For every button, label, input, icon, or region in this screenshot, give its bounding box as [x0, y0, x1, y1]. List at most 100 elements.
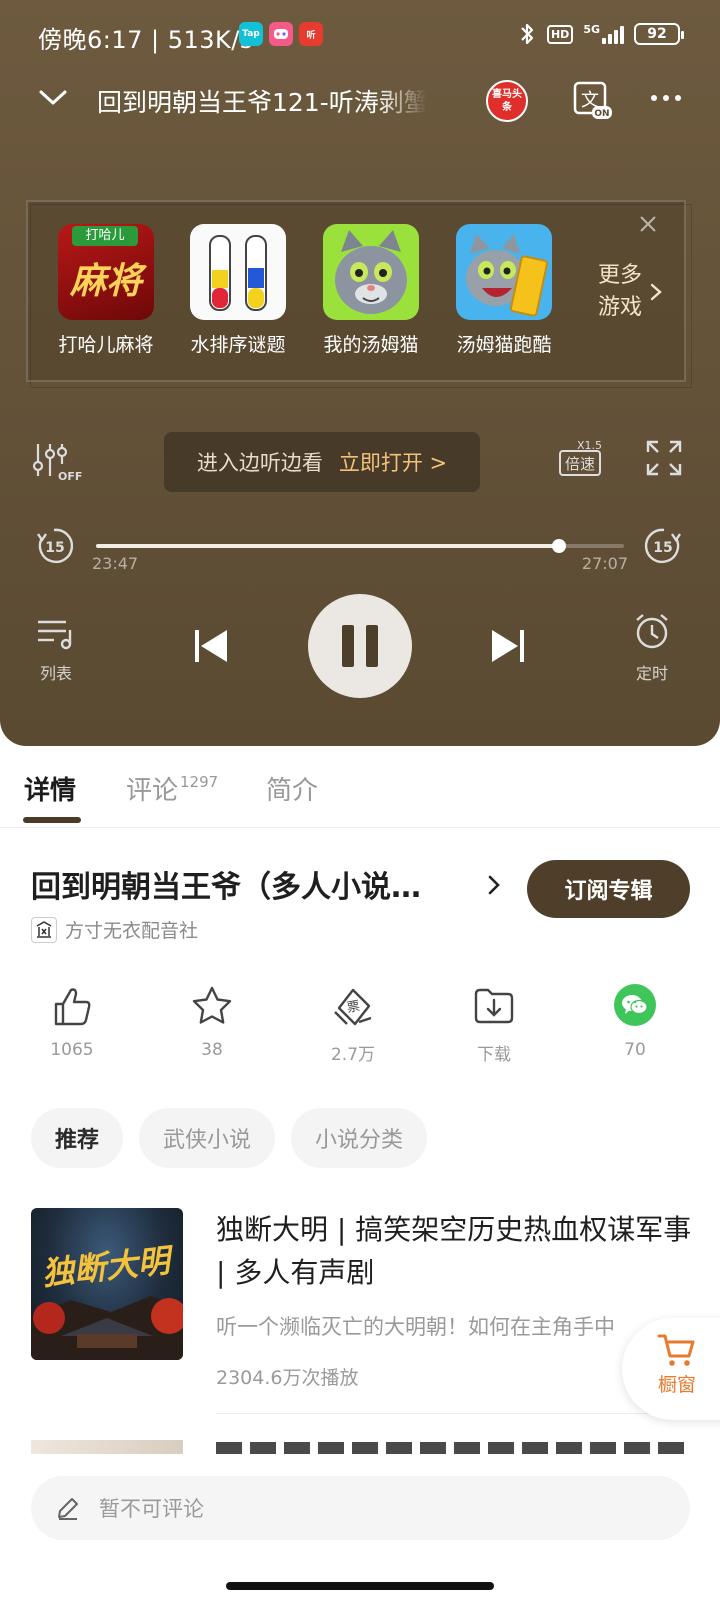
album-actions: 1065 38 票 2.7万 下载 70: [0, 984, 720, 1074]
progress-knob[interactable]: [552, 539, 567, 553]
progress-track[interactable]: [96, 539, 624, 553]
immersive-mode-banner[interactable]: 进入边听边看 立即打开 >: [164, 432, 480, 492]
svg-text:票: 票: [346, 999, 361, 1016]
game-name: 我的汤姆猫: [323, 334, 419, 356]
playback-speed-icon[interactable]: X1.5 倍速: [558, 438, 608, 478]
recommend-filter-chips: 推荐 武侠小说 小说分类: [31, 1108, 428, 1168]
subscribe-album-button[interactable]: 订阅专辑: [527, 860, 690, 918]
share-count: 70: [624, 1040, 646, 1060]
download-icon: [474, 988, 514, 1024]
tab-intro[interactable]: 简介: [266, 770, 318, 807]
game-item-my-talking-tom[interactable]: 我的汤姆猫: [311, 224, 431, 357]
active-tab-indicator: [23, 817, 81, 823]
game-center-icon: [269, 22, 293, 46]
more-games-link[interactable]: 更多 游戏: [598, 260, 642, 324]
eq-off-label: OFF: [58, 470, 82, 482]
playlist-button[interactable]: 列表: [36, 618, 76, 684]
comment-input[interactable]: 暂不可评论: [31, 1476, 690, 1540]
chip-wuxia[interactable]: 武侠小说: [139, 1108, 276, 1168]
recommend-description: 听一个濒临灭亡的大明朝！如何在主角手中: [216, 1315, 615, 1339]
recommend-play-count: 2304.6万次播放: [216, 1367, 359, 1389]
tab-comments[interactable]: 评论 1297: [126, 770, 218, 807]
more-games-line2: 游戏: [598, 295, 643, 320]
signal-bars-icon: [602, 24, 624, 44]
chip-novel-category[interactable]: 小说分类: [291, 1108, 428, 1168]
favorite-button[interactable]: 38: [167, 984, 257, 1060]
sound-effects-icon[interactable]: OFF: [32, 442, 82, 482]
speed-label: 倍速: [565, 455, 595, 473]
game-item-talking-tom-run[interactable]: 汤姆猫跑酷: [444, 224, 564, 357]
album-cover: [31, 1440, 183, 1454]
divider: [216, 1413, 720, 1414]
subtitle-toggle-icon[interactable]: 文 ON: [572, 80, 612, 120]
player-panel: 傍晚6:17 | 513K/s Tap 听 HD 5G 92 回到明朝当王爷12…: [0, 0, 720, 746]
forward-15-icon[interactable]: 15: [644, 526, 684, 566]
status-bar: 傍晚6:17 | 513K/s Tap 听 HD 5G 92: [0, 0, 720, 70]
water-sort-game-icon: [190, 224, 286, 320]
episode-title: 回到明朝当王爷121-听涛剥蟹: [97, 88, 427, 117]
game-name: 打哈儿麻将: [58, 334, 154, 356]
home-indicator[interactable]: [226, 1582, 494, 1590]
sleep-timer-button[interactable]: 定时: [632, 612, 672, 684]
pause-bar-left: [342, 625, 354, 667]
shop-window-label: 橱窗: [657, 1374, 696, 1396]
chip-recommend[interactable]: 推荐: [31, 1108, 124, 1168]
game-item-water-sort[interactable]: 水排序谜题: [178, 224, 298, 357]
rewind-15-icon[interactable]: 15: [34, 526, 74, 566]
pause-bar-right: [366, 625, 378, 667]
chevron-right-icon[interactable]: [487, 874, 501, 896]
share-wechat-button[interactable]: 70: [590, 984, 680, 1060]
monthly-ticket-button[interactable]: 票 2.7万: [308, 984, 398, 1065]
album-title[interactable]: 回到明朝当王爷（多人小说…: [31, 862, 421, 906]
game-name: 汤姆猫跑酷: [456, 334, 552, 356]
cell-signal: 5G: [583, 24, 624, 44]
game-name: 水排序谜题: [190, 334, 286, 356]
recommend-title-peek: [216, 1442, 686, 1454]
bottom-comment-area: 暂不可评论: [0, 1458, 720, 1600]
next-track-icon[interactable]: [490, 626, 526, 666]
favorite-count: 38: [201, 1040, 223, 1060]
network-type: 5G: [583, 23, 600, 36]
thumbs-up-icon: [54, 988, 91, 1026]
game-item-mahjong[interactable]: 打哈儿 麻将 打哈儿麻将: [46, 224, 166, 357]
progress-area: 15 23:47 27:07 15: [0, 526, 720, 576]
playback-controls: 列表 定时: [0, 594, 720, 704]
rewind-seconds: 15: [45, 540, 64, 556]
forward-seconds: 15: [653, 540, 672, 556]
recommend-title: 独断大明 | 搞笑架空历史热血权谋军事 | 多人有声剧: [216, 1213, 692, 1289]
ximalaya-headline-badge[interactable]: 喜马头条: [486, 80, 528, 122]
more-options-icon[interactable]: [648, 86, 684, 110]
tab-details[interactable]: 详情: [24, 770, 76, 807]
wechat-icon: [614, 984, 656, 1026]
like-button[interactable]: 1065: [27, 984, 117, 1060]
comment-placeholder: 暂不可评论: [99, 1497, 204, 1521]
ticket-icon: 票: [334, 988, 372, 1026]
cover-title: 独断大明: [40, 1241, 176, 1293]
fullscreen-icon[interactable]: [646, 440, 682, 476]
previous-track-icon[interactable]: [193, 626, 229, 666]
hd-badge: HD: [546, 24, 574, 44]
publisher-link[interactable]: 方寸无衣配音社: [31, 916, 198, 943]
more-games-line1: 更多: [598, 263, 643, 288]
recommend-album-item[interactable]: 独断大明 独断大明 | 搞笑架空历史热血权谋军事 | 多人有声剧 听一个濒临灭亡…: [31, 1208, 720, 1418]
star-icon: [192, 986, 232, 1024]
status-time: 傍晚6:17 | 513K/s: [38, 26, 253, 54]
album-cover: 独断大明: [31, 1208, 183, 1360]
total-time: 27:07: [581, 554, 628, 573]
recommend-album-item-next[interactable]: [31, 1440, 720, 1454]
collapse-chevron-icon[interactable]: [38, 82, 68, 112]
pause-button[interactable]: [308, 594, 412, 698]
comments-count: 1297: [180, 773, 219, 791]
album-info: 回到明朝当王爷（多人小说… 订阅专辑 方寸无衣配音社: [0, 860, 720, 943]
download-button[interactable]: 下载: [449, 984, 539, 1065]
open-now-link[interactable]: 立即打开 >: [339, 447, 447, 477]
publisher-name: 方寸无衣配音社: [65, 920, 199, 942]
ximalaya-icon: 听: [299, 22, 323, 46]
close-icon[interactable]: [638, 214, 658, 234]
battery-indicator: 92: [634, 23, 684, 45]
shop-window-button[interactable]: 橱窗: [622, 1318, 720, 1420]
chevron-right-icon: [650, 283, 662, 301]
like-count: 1065: [50, 1040, 94, 1060]
shopping-cart-icon: [657, 1334, 695, 1366]
immersive-text: 进入边听边看: [196, 451, 323, 475]
